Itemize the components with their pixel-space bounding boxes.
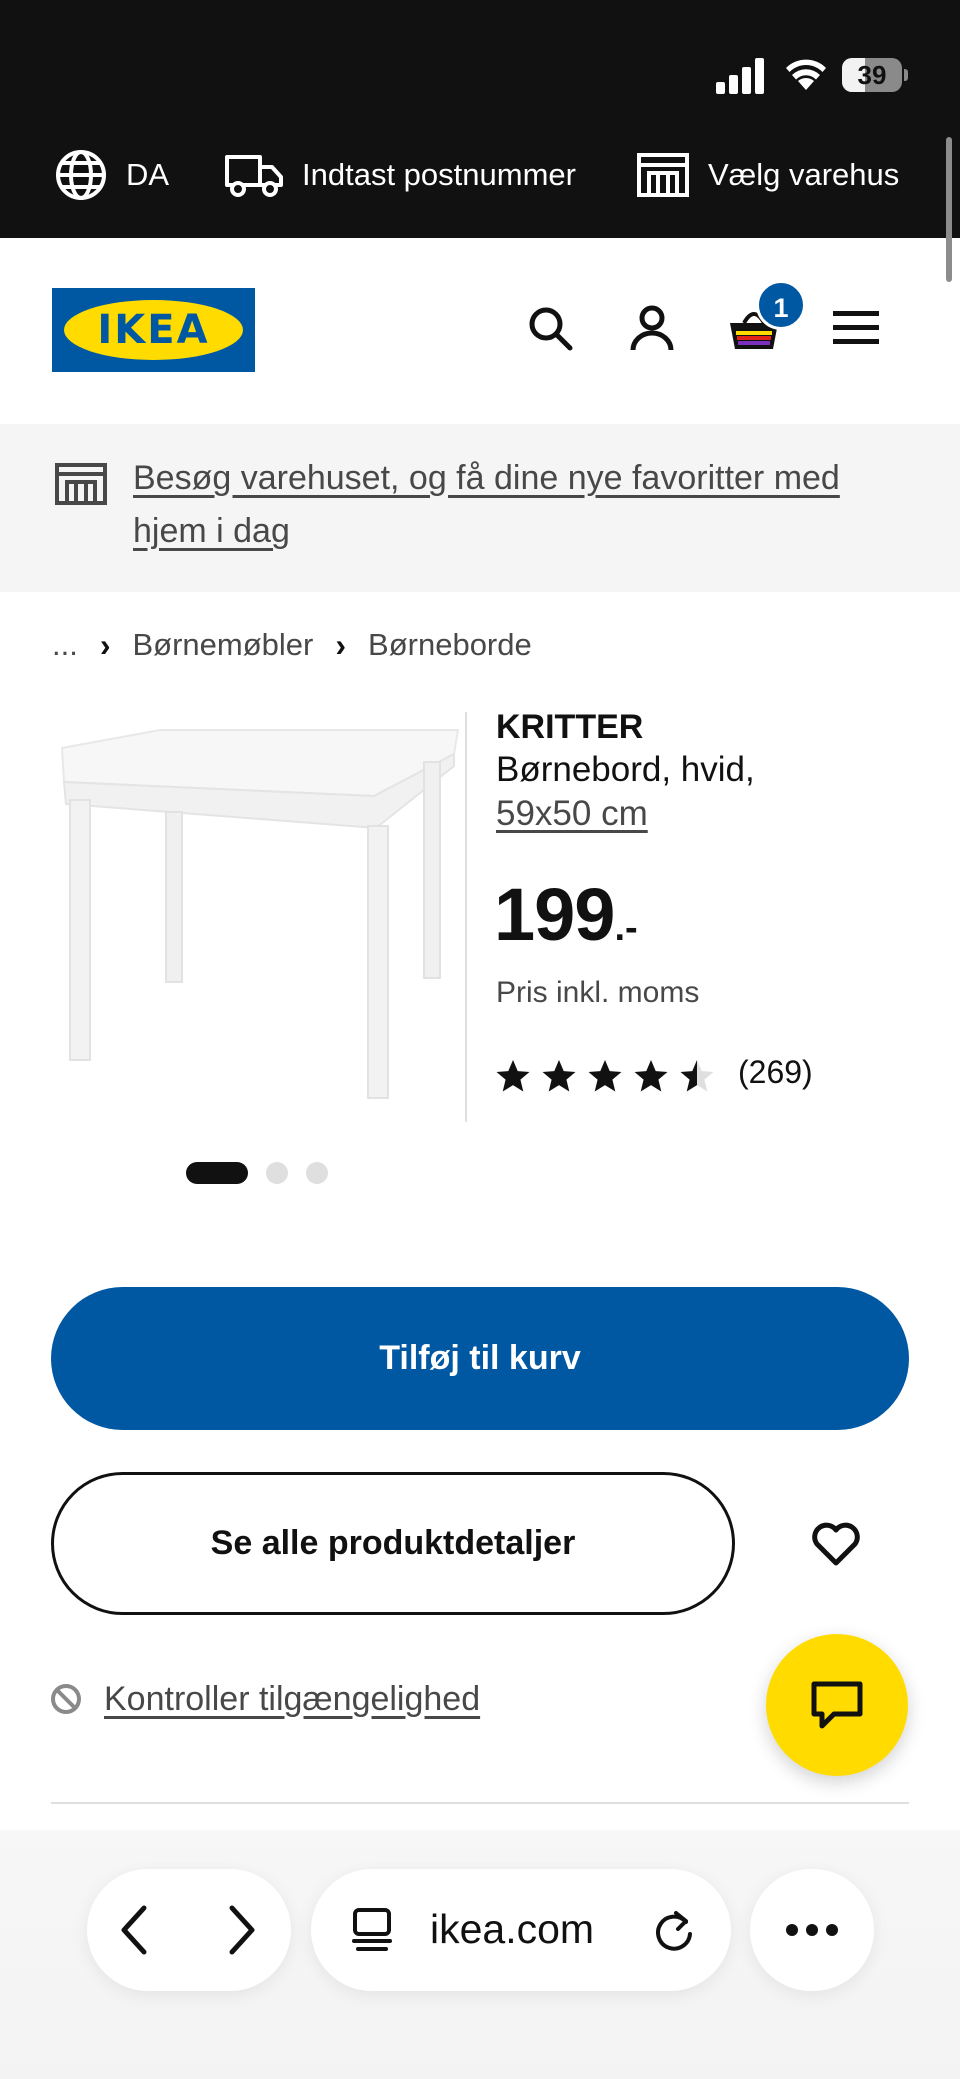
breadcrumb: ... › Børnemøbler › Børneborde: [52, 622, 532, 668]
section-divider: [51, 1802, 909, 1804]
tabs-button[interactable]: [342, 1900, 402, 1960]
status-time: 10.05: [88, 48, 201, 97]
browser-more-button[interactable]: [782, 1900, 842, 1960]
breadcrumb-ellipsis[interactable]: ...: [52, 627, 78, 663]
back-icon: [121, 1905, 147, 1955]
store-label: Vælg varehus: [708, 157, 900, 192]
store-icon: [55, 463, 107, 505]
store-icon: [637, 153, 689, 197]
star-full-icon: [542, 1060, 576, 1092]
language-label: DA: [126, 157, 170, 192]
search-icon: [529, 307, 573, 351]
product-name: KRITTER: [496, 708, 644, 746]
product-image[interactable]: [54, 726, 464, 1106]
forward-icon: [229, 1905, 255, 1955]
browser-back-button[interactable]: [104, 1900, 164, 1960]
ikea-logo[interactable]: IKEA: [52, 288, 255, 372]
unavailable-icon: [51, 1684, 81, 1714]
heart-icon: [812, 1522, 860, 1566]
star-full-icon: [496, 1060, 530, 1092]
add-to-cart-label: Tilføj til kurv: [379, 1339, 581, 1377]
store-selector[interactable]: Vælg varehus: [636, 148, 899, 202]
product-description: Børnebord, hvid,: [496, 750, 755, 789]
image-pagination-dot[interactable]: [306, 1162, 328, 1184]
chevron-right-icon: ›: [335, 626, 347, 663]
availability-link[interactable]: Kontroller tilgængelighed: [104, 1680, 480, 1719]
vat-note: Pris inkl. moms: [496, 976, 700, 1009]
availability-check[interactable]: Kontroller tilgængelighed: [50, 1672, 480, 1726]
search-button[interactable]: [520, 298, 580, 358]
product-price: 199 .-: [494, 872, 638, 957]
battery-indicator: 39: [842, 58, 908, 92]
truck-icon: [225, 155, 283, 197]
reload-button[interactable]: [644, 1900, 704, 1960]
rating-stars[interactable]: [494, 1056, 716, 1096]
image-pagination[interactable]: [186, 1162, 328, 1184]
product-size-link[interactable]: 59x50 cm: [496, 794, 648, 834]
add-to-cart-button[interactable]: Tilføj til kurv: [51, 1287, 909, 1430]
image-pagination-dot[interactable]: [266, 1162, 288, 1184]
product-divider: [465, 712, 467, 1122]
postcode-label: Indtast postnummer: [302, 157, 576, 192]
price-suffix: .-: [614, 907, 638, 949]
promo-banner-link[interactable]: Besøg varehuset, og få dine nye favoritt…: [133, 452, 913, 558]
favourite-button[interactable]: [800, 1510, 872, 1578]
top-bar: [0, 0, 960, 238]
product-details-button[interactable]: Se alle produktdetaljer: [51, 1472, 735, 1615]
image-pagination-dot[interactable]: [186, 1162, 248, 1184]
wifi-icon: [786, 59, 826, 90]
account-button[interactable]: [622, 298, 682, 358]
globe-icon: [56, 150, 106, 200]
chat-icon: [811, 1681, 863, 1729]
page-scrollbar[interactable]: [946, 137, 952, 282]
battery-level: 39: [857, 60, 887, 90]
star-half-icon: [680, 1060, 714, 1092]
breadcrumb-item-children-tables[interactable]: Børneborde: [368, 627, 532, 663]
price-main: 199: [494, 873, 615, 956]
browser-url-text[interactable]: ikea.com: [430, 1906, 594, 1953]
more-icon: [786, 1924, 838, 1936]
star-full-icon: [634, 1060, 668, 1092]
breadcrumb-item-children-furniture[interactable]: Børnemøbler: [133, 627, 314, 663]
cellular-signal-icon: [716, 58, 764, 94]
language-selector[interactable]: DA: [54, 148, 169, 202]
cart-count-badge: 1: [756, 280, 806, 330]
product-details-label: Se alle produktdetaljer: [210, 1524, 576, 1562]
browser-forward-button[interactable]: [212, 1900, 272, 1960]
chat-button[interactable]: [766, 1634, 908, 1776]
chevron-right-icon: ›: [99, 626, 111, 663]
star-full-icon: [588, 1060, 622, 1092]
reload-icon: [656, 1911, 692, 1951]
menu-button[interactable]: [826, 298, 886, 358]
menu-icon: [833, 311, 879, 344]
review-count[interactable]: (269): [738, 1054, 813, 1091]
user-icon: [630, 305, 674, 351]
tabs-icon: [352, 1908, 392, 1951]
postcode-link[interactable]: Indtast postnummer: [224, 148, 576, 202]
